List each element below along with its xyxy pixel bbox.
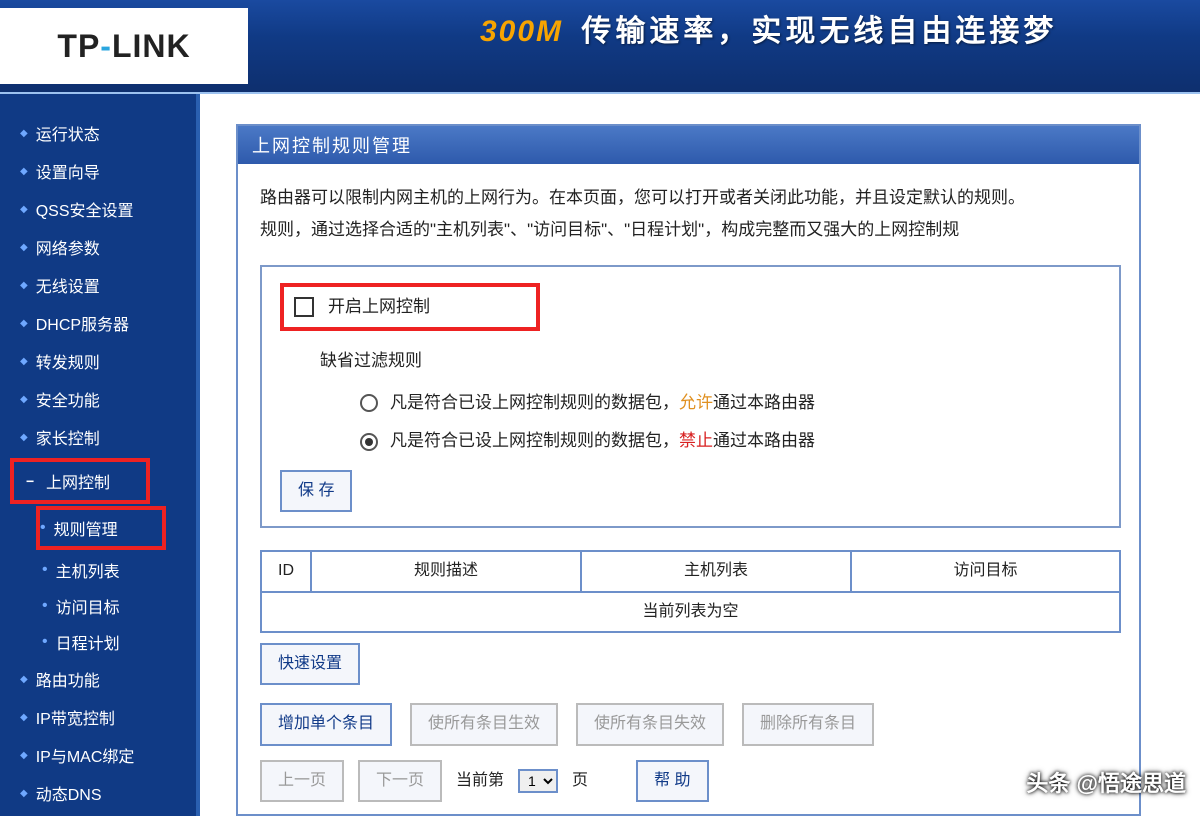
nav-status[interactable]: 运行状态	[8, 114, 196, 152]
logo-sep: -	[100, 28, 112, 64]
header: TP-LINK 300M 传输速率，实现无线自由连接梦	[0, 0, 1200, 94]
radio-icon[interactable]	[360, 394, 378, 412]
enable-checkbox-row[interactable]: 开启上网控制	[280, 283, 540, 331]
settings-box: 开启上网控制 缺省过滤规则 凡是符合已设上网控制规则的数据包，允许通过本路由器	[260, 265, 1121, 529]
page-select[interactable]: 1	[518, 769, 558, 793]
banner-speed: 300M	[480, 15, 563, 48]
nav-parental[interactable]: 家长控制	[8, 418, 196, 456]
nav-wireless[interactable]: 无线设置	[8, 266, 196, 304]
radio-allow[interactable]: 凡是符合已设上网控制规则的数据包，允许通过本路由器	[360, 387, 1101, 419]
disable-all-button[interactable]: 使所有条目失效	[576, 703, 724, 745]
nav-ipmac[interactable]: IP与MAC绑定	[8, 736, 196, 774]
quick-setup-button[interactable]: 快速设置	[260, 643, 360, 685]
th-target: 访问目标	[851, 551, 1120, 591]
banner: 300M 传输速率，实现无线自由连接梦	[480, 6, 1057, 50]
panel-desc: 路由器可以限制内网主机的上网行为。在本页面，您可以打开或者关闭此功能，并且设定默…	[260, 182, 1121, 247]
rules-table: ID 规则描述 主机列表 访问目标 当前列表为空	[260, 550, 1121, 633]
nav-access-control[interactable]: 上网控制	[14, 462, 146, 500]
nav-schedule[interactable]: 日程计划	[42, 624, 196, 660]
pager: 上一页 下一页 当前第 1 页 帮 助	[260, 760, 1121, 802]
checkbox-icon[interactable]	[294, 297, 314, 317]
nav-system[interactable]: 系统工具	[8, 812, 196, 816]
cur-page-suffix: 页	[572, 766, 588, 796]
nav-host-list[interactable]: 主机列表	[42, 552, 196, 588]
th-host: 主机列表	[581, 551, 851, 591]
nav-target[interactable]: 访问目标	[42, 588, 196, 624]
nav-network[interactable]: 网络参数	[8, 228, 196, 266]
th-id: ID	[261, 551, 311, 591]
main-panel: 上网控制规则管理 路由器可以限制内网主机的上网行为。在本页面，您可以打开或者关闭…	[236, 124, 1141, 816]
nav-routing[interactable]: 路由功能	[8, 660, 196, 698]
next-page-button[interactable]: 下一页	[358, 760, 442, 802]
add-entry-button[interactable]: 增加单个条目	[260, 703, 392, 745]
cur-page-prefix: 当前第	[456, 766, 504, 796]
content: 上网控制规则管理 路由器可以限制内网主机的上网行为。在本页面，您可以打开或者关闭…	[200, 94, 1200, 816]
nav-security[interactable]: 安全功能	[8, 380, 196, 418]
nav-ddns[interactable]: 动态DNS	[8, 774, 196, 812]
help-button[interactable]: 帮 助	[636, 760, 708, 802]
logo-left: TP	[57, 28, 100, 64]
default-rule-label: 缺省过滤规则	[320, 345, 1101, 377]
nav-forward[interactable]: 转发规则	[8, 342, 196, 380]
enable-label: 开启上网控制	[328, 291, 430, 323]
radio-deny[interactable]: 凡是符合已设上网控制规则的数据包，禁止通过本路由器	[360, 425, 1101, 457]
banner-text: 传输速率，实现无线自由连接梦	[581, 15, 1057, 48]
enable-all-button[interactable]: 使所有条目生效	[410, 703, 558, 745]
radio-icon[interactable]	[360, 433, 378, 451]
sidebar: 运行状态 设置向导 QSS安全设置 网络参数 无线设置 DHCP服务器 转发规则…	[0, 94, 200, 816]
nav-bandwidth[interactable]: IP带宽控制	[8, 698, 196, 736]
panel-title: 上网控制规则管理	[238, 126, 1139, 164]
delete-all-button[interactable]: 删除所有条目	[742, 703, 874, 745]
nav-dhcp[interactable]: DHCP服务器	[8, 304, 196, 342]
nav-qss[interactable]: QSS安全设置	[8, 190, 196, 228]
nav-wizard[interactable]: 设置向导	[8, 152, 196, 190]
logo-right: LINK	[112, 28, 191, 64]
save-button[interactable]: 保 存	[280, 470, 352, 512]
table-empty: 当前列表为空	[261, 592, 1120, 632]
nav-rule-mgmt[interactable]: 规则管理	[40, 510, 162, 546]
logo: TP-LINK	[0, 8, 248, 84]
prev-page-button[interactable]: 上一页	[260, 760, 344, 802]
th-desc: 规则描述	[311, 551, 581, 591]
